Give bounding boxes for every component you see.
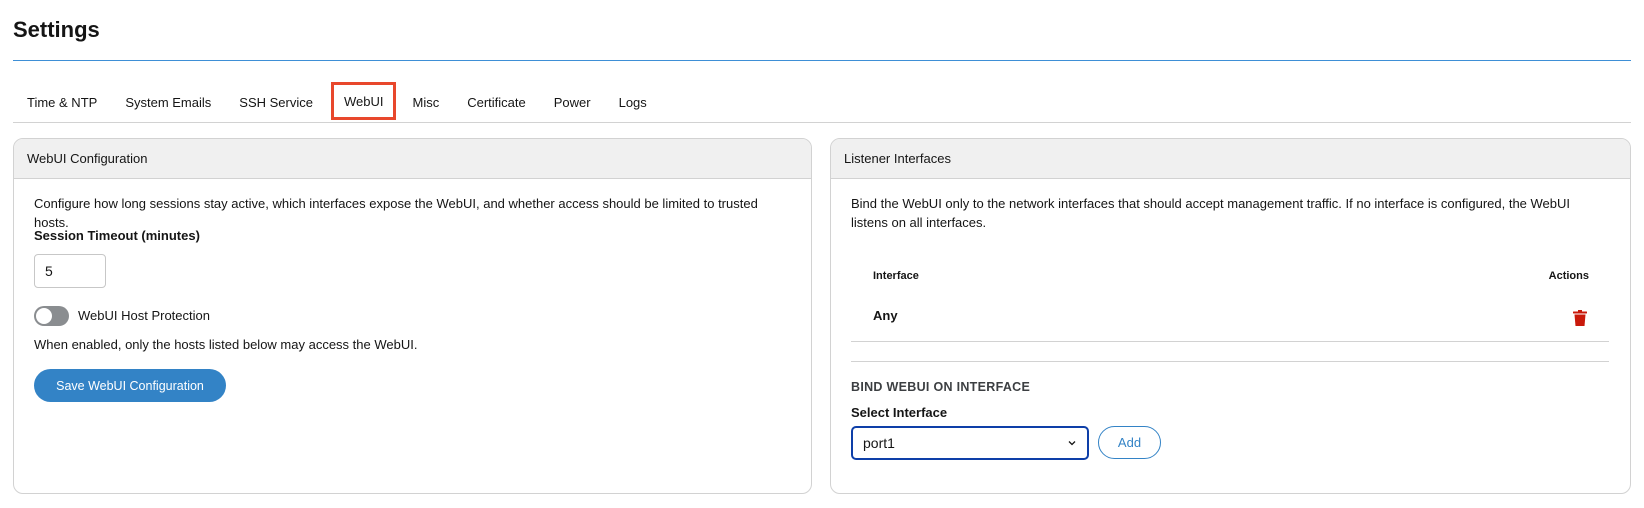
select-value: port1 bbox=[863, 435, 895, 451]
trash-icon[interactable] bbox=[1573, 310, 1587, 326]
chevron-down-icon bbox=[1068, 441, 1076, 446]
add-interface-button[interactable]: Add bbox=[1098, 426, 1161, 459]
section-divider bbox=[851, 361, 1609, 362]
tab-ssh-service[interactable]: SSH Service bbox=[225, 82, 327, 122]
session-timeout-input[interactable] bbox=[34, 254, 106, 288]
host-protection-label: WebUI Host Protection bbox=[78, 308, 210, 323]
listener-description: Bind the WebUI only to the network inter… bbox=[851, 196, 1571, 230]
settings-tabs: Time & NTP System Emails SSH Service Web… bbox=[13, 82, 1631, 123]
tab-misc[interactable]: Misc bbox=[398, 82, 453, 122]
tab-power[interactable]: Power bbox=[540, 82, 605, 122]
interfaces-table-header: Interface Actions bbox=[851, 262, 1609, 292]
tab-time-ntp[interactable]: Time & NTP bbox=[13, 82, 111, 122]
title-divider bbox=[13, 60, 1631, 61]
webui-config-description: Configure how long sessions stay active,… bbox=[34, 196, 758, 230]
card-header: WebUI Configuration bbox=[14, 139, 811, 179]
host-protection-help: When enabled, only the hosts listed belo… bbox=[34, 337, 418, 352]
host-protection-toggle[interactable] bbox=[34, 306, 69, 326]
column-header-actions: Actions bbox=[1548, 270, 1589, 282]
interface-select[interactable]: port1 bbox=[851, 426, 1089, 460]
webui-configuration-card: WebUI Configuration Configure how long s… bbox=[13, 138, 812, 494]
interface-cell: Any bbox=[873, 308, 898, 323]
tab-system-emails[interactable]: System Emails bbox=[111, 82, 225, 122]
save-webui-configuration-button[interactable]: Save WebUI Configuration bbox=[34, 369, 226, 402]
select-interface-label: Select Interface bbox=[851, 405, 948, 420]
tab-logs[interactable]: Logs bbox=[605, 82, 661, 122]
tab-certificate[interactable]: Certificate bbox=[453, 82, 540, 122]
toggle-knob bbox=[36, 308, 52, 324]
listener-interfaces-card: Listener Interfaces Bind the WebUI only … bbox=[830, 138, 1631, 494]
column-header-interface: Interface bbox=[873, 270, 919, 282]
bind-section-title: BIND WEBUI ON INTERFACE bbox=[851, 380, 1031, 394]
table-row: Any bbox=[851, 294, 1609, 342]
card-header: Listener Interfaces bbox=[831, 139, 1630, 179]
tab-webui[interactable]: WebUI bbox=[330, 82, 397, 120]
session-timeout-label: Session Timeout (minutes) bbox=[34, 228, 200, 243]
page-title: Settings bbox=[13, 17, 100, 42]
